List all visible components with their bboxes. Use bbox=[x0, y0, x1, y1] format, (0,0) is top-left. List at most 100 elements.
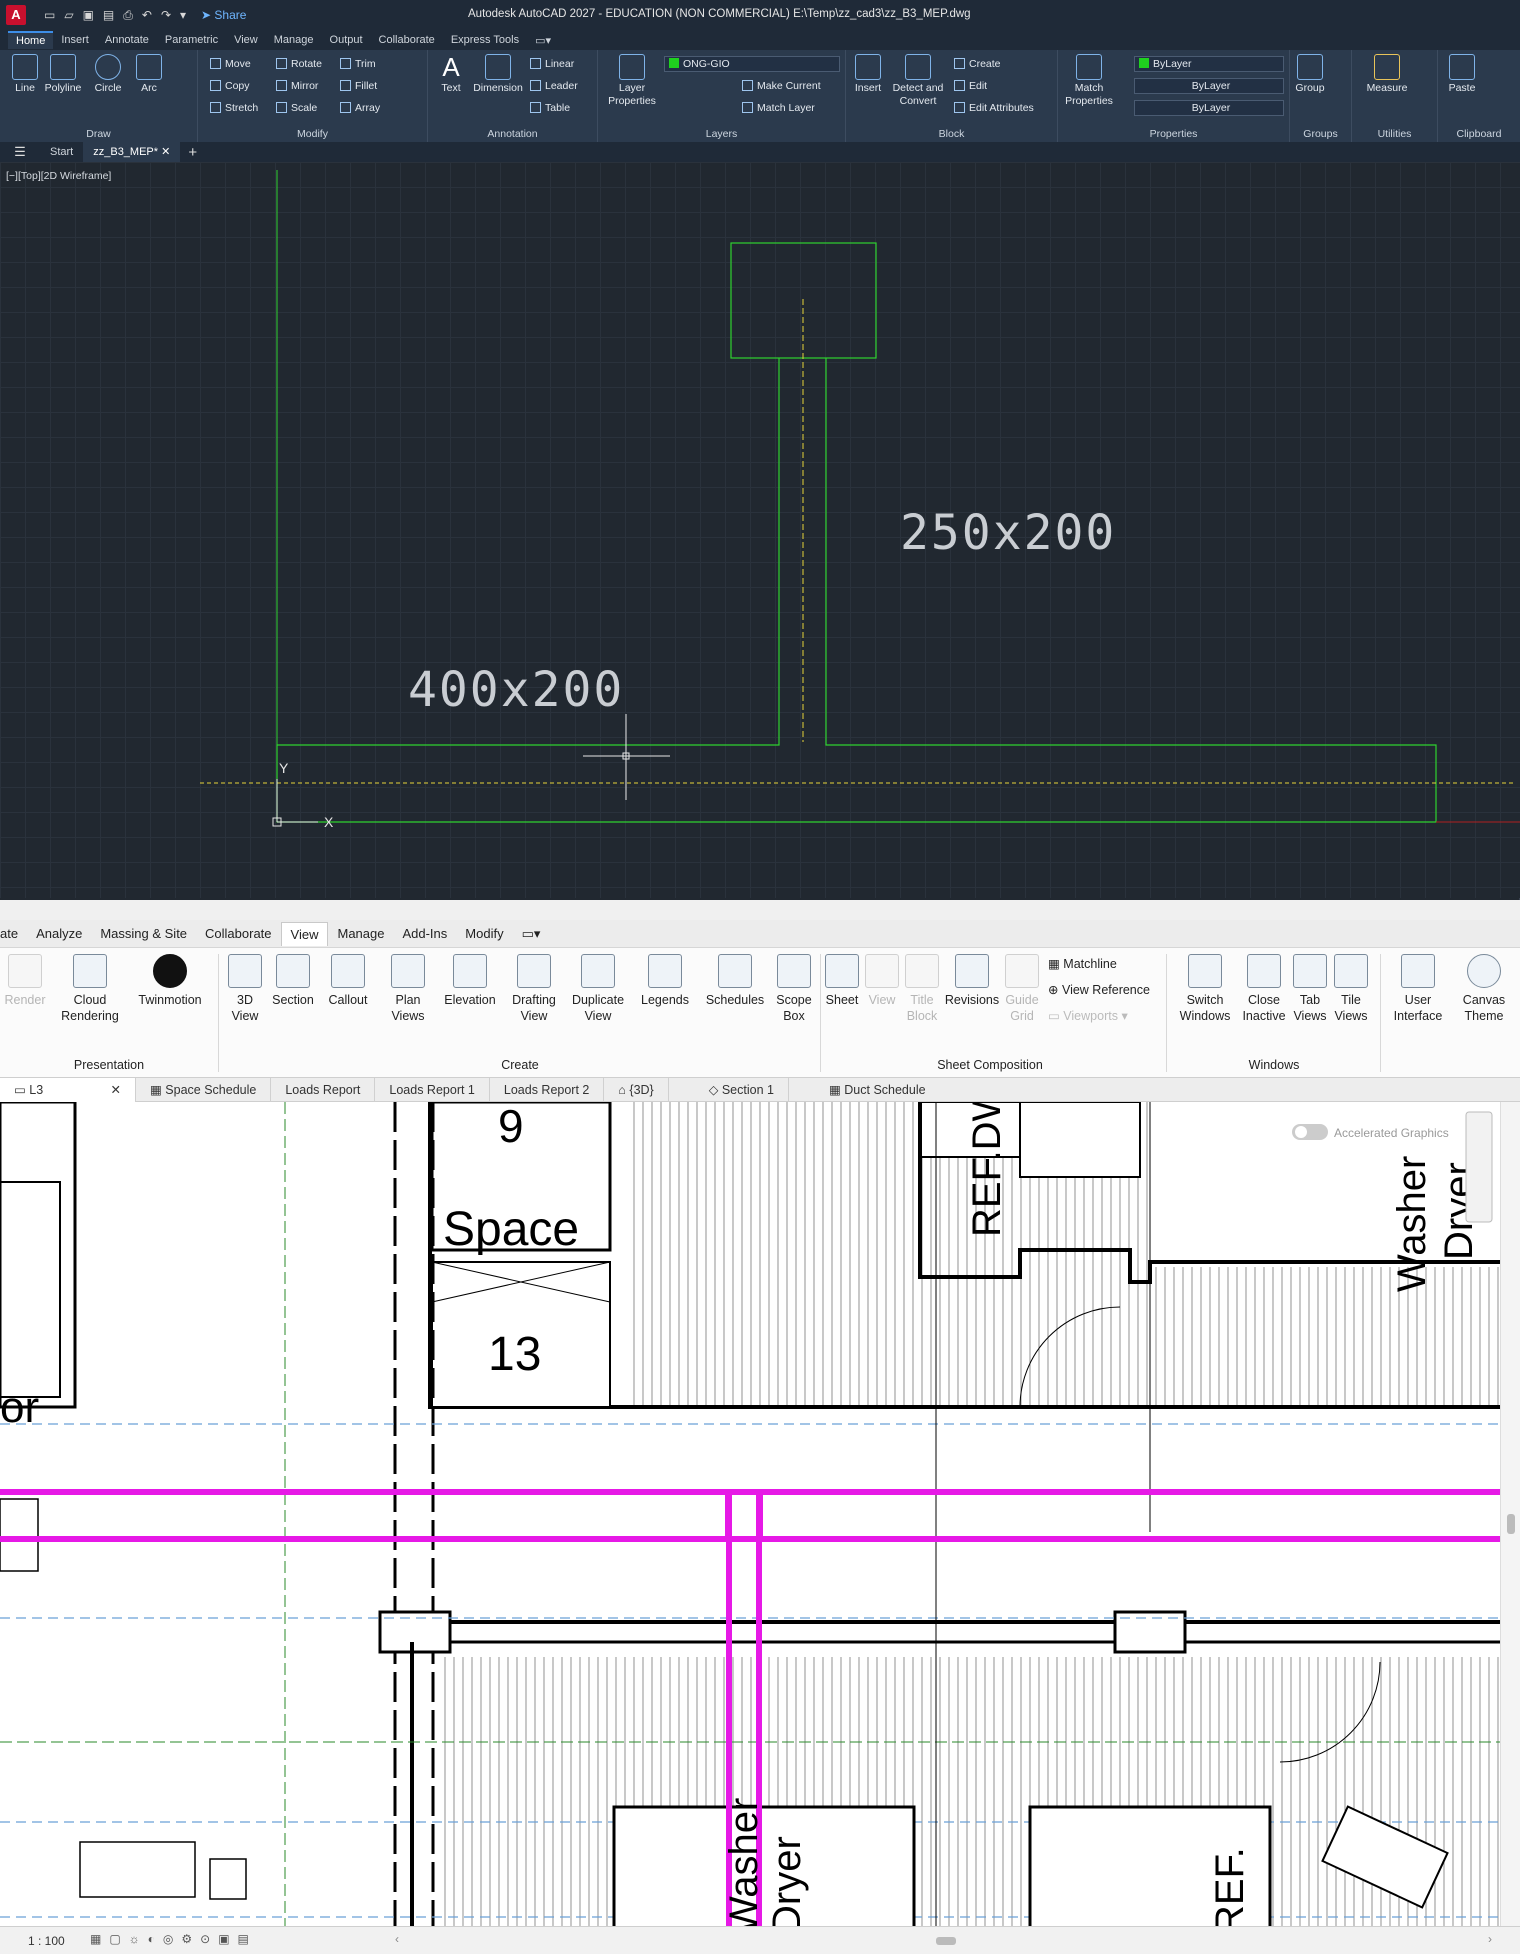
trim-button[interactable]: Trim bbox=[340, 58, 376, 70]
autocad-tab-view[interactable]: View bbox=[226, 32, 266, 48]
hamburger-menu-icon[interactable]: ☰ bbox=[0, 144, 40, 160]
tab-addins[interactable]: Add-Ins bbox=[393, 922, 456, 945]
dim-text-branch[interactable]: 250x200 bbox=[900, 505, 1116, 561]
legends-button[interactable]: Legends bbox=[636, 954, 694, 1008]
cloud-rendering-button[interactable]: Cloud Rendering bbox=[56, 954, 124, 1024]
tab-analyze[interactable]: Analyze bbox=[27, 922, 91, 945]
navigation-bar[interactable] bbox=[1465, 1111, 1493, 1223]
insert-button[interactable]: Insert bbox=[850, 54, 886, 95]
autocad-tab-home[interactable]: Home bbox=[8, 31, 54, 49]
lineweight-dropdown[interactable]: ByLayer bbox=[1134, 100, 1284, 116]
dim-text-main[interactable]: 400x200 bbox=[408, 662, 624, 718]
corridor-label[interactable]: or bbox=[0, 1383, 39, 1432]
autocad-drawing-area[interactable]: [−][Top][2D Wireframe] 250x200 400x200 Y… bbox=[0, 162, 1520, 898]
workspace-switch-icon[interactable]: ▭▾ bbox=[527, 32, 559, 49]
view-tab-space-schedule[interactable]: ▦ Space Schedule bbox=[136, 1077, 272, 1102]
scroll-right-icon[interactable]: › bbox=[1488, 1932, 1492, 1946]
utilities-panel-title[interactable]: Utilities bbox=[1352, 128, 1437, 140]
tab-view[interactable]: View bbox=[280, 921, 329, 946]
redo-icon[interactable]: ↷ bbox=[161, 8, 171, 23]
measure-button[interactable]: Measure bbox=[1362, 54, 1412, 95]
view-control-icons[interactable]: ▦▢☼◐◎⚙⊙▣▤ bbox=[90, 1932, 257, 1946]
revisions-button[interactable]: Revisions bbox=[944, 954, 1000, 1008]
plan-views-button[interactable]: Plan Views bbox=[380, 954, 436, 1024]
rotate-button[interactable]: Rotate bbox=[276, 58, 322, 70]
3d-view-button[interactable]: 3D View bbox=[222, 954, 268, 1024]
scroll-left-icon[interactable]: ‹ bbox=[395, 1932, 399, 1946]
user-interface-button[interactable]: User Interface bbox=[1388, 954, 1448, 1024]
stretch-button[interactable]: Stretch bbox=[210, 102, 258, 114]
mirror-button[interactable]: Mirror bbox=[276, 80, 318, 92]
view-tab-section-1[interactable]: ◇ Section 1 bbox=[669, 1077, 789, 1102]
washer-label-lower[interactable]: Washer bbox=[722, 1798, 766, 1932]
groups-panel-title[interactable]: Groups bbox=[1290, 128, 1351, 140]
duplicate-view-button[interactable]: Duplicate View bbox=[566, 954, 630, 1024]
table-button[interactable]: Table bbox=[530, 102, 570, 114]
edit-block-button[interactable]: Edit bbox=[954, 80, 987, 92]
autocad-tab-collaborate[interactable]: Collaborate bbox=[371, 32, 443, 48]
dryer-label-lower[interactable]: Dryer bbox=[765, 1836, 809, 1932]
sheet-button[interactable]: Sheet bbox=[822, 954, 862, 1008]
view-tab-loads-report-1[interactable]: Loads Report 1 bbox=[375, 1077, 490, 1102]
ref-label-lower[interactable]: REF. bbox=[1208, 1847, 1252, 1932]
fillet-button[interactable]: Fillet bbox=[340, 80, 377, 92]
drafting-view-button[interactable]: Drafting View bbox=[504, 954, 564, 1024]
file-tab-start[interactable]: Start bbox=[40, 146, 83, 158]
tab-views-button[interactable]: Tab Views bbox=[1290, 954, 1330, 1024]
view-tab-duct-schedule[interactable]: ▦ Duct Schedule bbox=[789, 1078, 940, 1102]
washer-label[interactable]: Washer bbox=[1390, 1156, 1434, 1292]
draw-panel-title[interactable]: Draw bbox=[0, 128, 197, 140]
autocad-logo[interactable]: A bbox=[6, 5, 26, 25]
move-button[interactable]: Move bbox=[210, 58, 251, 70]
arc-button[interactable]: Arc bbox=[132, 54, 166, 95]
view-reference-button[interactable]: ⊕ View Reference bbox=[1048, 982, 1150, 997]
twinmotion-button[interactable]: Twinmotion bbox=[132, 954, 208, 1008]
autocad-tab-manage[interactable]: Manage bbox=[266, 32, 322, 48]
autocad-tab-express-tools[interactable]: Express Tools bbox=[443, 32, 527, 48]
save-icon[interactable]: ▣ bbox=[83, 8, 94, 23]
dimension-button[interactable]: Dimension bbox=[470, 54, 526, 95]
copy-button[interactable]: Copy bbox=[210, 80, 250, 92]
print-icon[interactable]: ⎙ bbox=[123, 8, 133, 23]
edit-attributes-button[interactable]: Edit Attributes bbox=[954, 102, 1034, 114]
line-button[interactable]: Line bbox=[8, 54, 42, 95]
circle-button[interactable]: Circle bbox=[88, 54, 128, 95]
canvas-theme-button[interactable]: Canvas Theme bbox=[1454, 954, 1514, 1024]
undo-icon[interactable]: ↶ bbox=[142, 8, 152, 23]
polyline-button[interactable]: Polyline bbox=[42, 54, 84, 95]
horizontal-scrollbar-thumb[interactable] bbox=[936, 1937, 956, 1945]
space-label[interactable]: Space bbox=[443, 1203, 579, 1256]
callout-button[interactable]: Callout bbox=[322, 954, 374, 1008]
linetype-dropdown[interactable]: ByLayer bbox=[1134, 78, 1284, 94]
schedules-button[interactable]: Schedules bbox=[702, 954, 768, 1008]
leader-button[interactable]: Leader bbox=[530, 80, 578, 92]
tab-manage[interactable]: Manage bbox=[328, 922, 393, 945]
panel-toggle-icon[interactable]: ▭▾ bbox=[513, 922, 550, 946]
new-tab-icon[interactable]: + bbox=[180, 144, 205, 161]
create-block-button[interactable]: Create bbox=[954, 58, 1001, 70]
new-file-icon[interactable]: ▭ bbox=[44, 8, 55, 23]
close-tab-icon[interactable]: ✕ bbox=[161, 146, 170, 158]
scale-button[interactable]: Scale bbox=[276, 102, 317, 114]
text-button[interactable]: A Text bbox=[434, 54, 468, 95]
tab-create[interactable]: ate bbox=[0, 922, 27, 945]
switch-windows-button[interactable]: Switch Windows bbox=[1176, 954, 1234, 1024]
annotation-panel-title[interactable]: Annotation bbox=[428, 128, 597, 140]
match-layer-button[interactable]: Match Layer bbox=[742, 102, 815, 114]
view-tab-loads-report[interactable]: Loads Report bbox=[271, 1077, 376, 1102]
matchline-button[interactable]: ▦ Matchline bbox=[1048, 956, 1117, 971]
vertical-scrollbar[interactable] bbox=[1500, 1102, 1520, 1926]
layer-dropdown[interactable]: ONG-GIO bbox=[664, 56, 840, 72]
layer-properties-button[interactable]: Layer Properties bbox=[604, 54, 660, 108]
dropdown-chevron-icon[interactable]: ▾ bbox=[180, 8, 186, 23]
view-scale[interactable]: 1 : 100 bbox=[28, 1934, 65, 1948]
layers-panel-title[interactable]: Layers bbox=[598, 128, 845, 140]
make-current-button[interactable]: Make Current bbox=[742, 80, 821, 92]
tab-massing[interactable]: Massing & Site bbox=[91, 922, 196, 945]
view-tab-l3[interactable]: ▭ L3 ✕ bbox=[0, 1077, 136, 1102]
paste-button[interactable]: Paste bbox=[1444, 54, 1480, 95]
revit-drawing-area[interactable]: 9 Space 13 or REF.DW Washer Dryer Washer… bbox=[0, 1102, 1500, 1932]
color-dropdown[interactable]: ByLayer bbox=[1134, 56, 1284, 72]
ref-label[interactable]: REF.DW bbox=[965, 1102, 1009, 1237]
tab-modify[interactable]: Modify bbox=[456, 922, 512, 945]
